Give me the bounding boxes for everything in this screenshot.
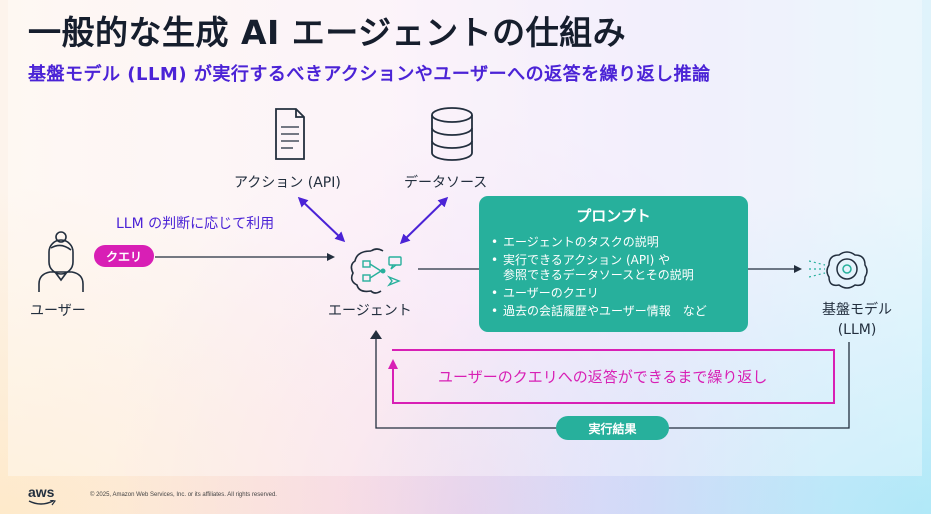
action-agent-arrow <box>297 196 346 243</box>
page-subtitle: 基盤モデル (LLM) が実行するべきアクションやユーザーへの返答を繰り返し推論 <box>28 64 711 85</box>
result-badge: 実行結果 <box>556 416 669 440</box>
document-icon <box>273 107 307 161</box>
model-label-line2: (LLM) <box>837 322 877 338</box>
query-badge: クエリ <box>94 245 154 267</box>
datasource-label: データソース <box>404 175 488 191</box>
aws-logo: aws <box>28 484 55 500</box>
prompt-item-line1: 実行できるアクション (API) や <box>503 253 671 267</box>
agent-icon <box>349 247 405 295</box>
copyright: © 2025, Amazon Web Services, Inc. or its… <box>90 492 277 498</box>
user-label: ユーザー <box>30 303 86 319</box>
result-return-arrowhead <box>370 330 382 339</box>
prompt-box: プロンプト エージェントのタスクの説明 実行できるアクション (API) や 参… <box>479 196 748 332</box>
page-title: 一般的な生成 AI エージェントの仕組み <box>28 13 627 52</box>
action-label: アクション (API) <box>234 175 341 191</box>
model-label: 基盤モデル (LLM) <box>812 300 902 340</box>
loop-text: ユーザーのクエリへの返答ができるまで繰り返し <box>438 368 768 386</box>
prompt-item: 過去の会話履歴やユーザー情報 など <box>491 304 736 319</box>
user-icon <box>36 228 86 294</box>
prompt-item: ユーザーのクエリ <box>491 286 736 301</box>
prompt-item-line2: 参照できるデータソースとその説明 <box>503 268 694 282</box>
agent-label: エージェント <box>328 303 412 319</box>
prompt-title: プロンプト <box>576 207 651 225</box>
prompt-item: エージェントのタスクの説明 <box>491 235 736 250</box>
aws-smile-icon <box>28 500 56 506</box>
database-icon <box>429 106 475 162</box>
model-label-line1: 基盤モデル <box>822 302 892 318</box>
llm-decision-label: LLM の判断に応じて利用 <box>116 216 275 232</box>
datasource-agent-arrow <box>399 196 449 245</box>
model-icon <box>808 247 873 293</box>
prompt-item: 実行できるアクション (API) や 参照できるデータソースとその説明 <box>491 253 736 283</box>
